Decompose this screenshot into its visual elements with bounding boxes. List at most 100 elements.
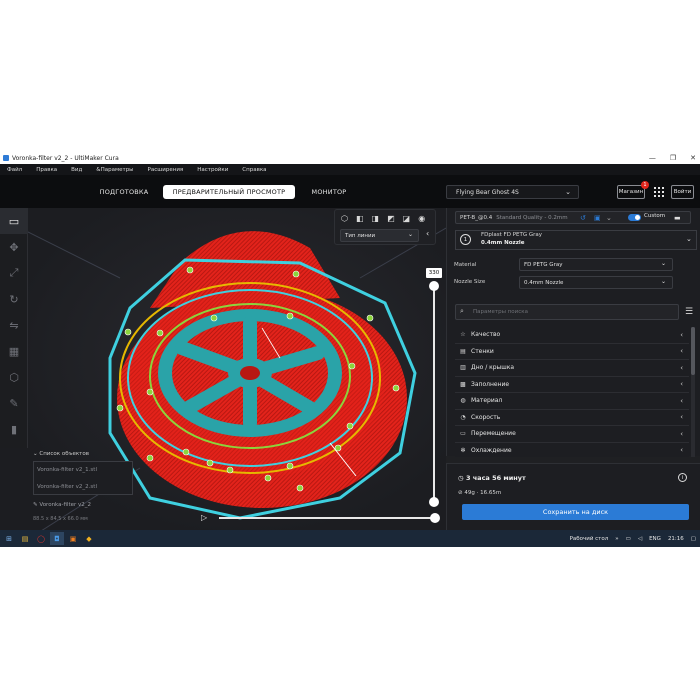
save-to-disk-button[interactable]: Сохранить на диск bbox=[462, 504, 689, 520]
front-view-icon[interactable]: ◧ bbox=[356, 214, 364, 223]
rotate-tool-icon[interactable]: ↻ bbox=[0, 286, 28, 312]
menu-preferences[interactable]: Настройки bbox=[197, 167, 228, 173]
path-slider-track[interactable] bbox=[219, 517, 435, 519]
maximize-button[interactable]: ❐ bbox=[670, 154, 676, 162]
menu-extensions[interactable]: Расширения bbox=[148, 167, 184, 173]
cylinder-tool-icon[interactable]: ▮ bbox=[0, 416, 28, 442]
category-infill[interactable]: ▩ Заполнение ‹ bbox=[455, 376, 689, 393]
open-file-icon[interactable]: ▭ bbox=[0, 208, 28, 234]
category-cooling[interactable]: ✻ Охлаждение ‹ bbox=[455, 442, 689, 457]
material-label: Material bbox=[454, 262, 477, 268]
menu-settings[interactable]: &Параметры bbox=[96, 167, 133, 173]
app2-taskbar-icon[interactable]: ◆ bbox=[82, 532, 96, 545]
left-view-icon[interactable]: ◩ bbox=[387, 214, 395, 223]
custom-toggle[interactable] bbox=[628, 214, 641, 221]
category-speed[interactable]: ◔ Скорость ‹ bbox=[455, 409, 689, 426]
per-model-settings-icon[interactable]: ▦ bbox=[0, 338, 28, 364]
cooling-icon: ✻ bbox=[460, 446, 466, 454]
cura-app-icon bbox=[3, 155, 9, 161]
3d-view-icon[interactable]: ⬡ bbox=[341, 214, 348, 223]
material-select[interactable]: FD PETG Gray ⌄ bbox=[519, 258, 673, 271]
menu-help[interactable]: Справка bbox=[242, 167, 266, 173]
chevron-down-icon[interactable]: ⌄ bbox=[606, 214, 612, 222]
layer-number: 330 bbox=[426, 268, 442, 278]
system-tray: Рабочий стол » ▭ ◁ ENG 21:16 ▢ bbox=[570, 530, 696, 547]
search-icon: ⌕ bbox=[460, 307, 464, 315]
chevron-left-icon[interactable]: ‹ bbox=[426, 229, 429, 238]
cura-taskbar-icon[interactable]: ◘ bbox=[50, 532, 64, 545]
menu-file[interactable]: Файл bbox=[7, 167, 22, 173]
nozzle-select[interactable]: 0.4mm Nozzle ⌄ bbox=[519, 276, 673, 289]
chevron-down-icon: ⌄ bbox=[407, 231, 413, 238]
clock[interactable]: 21:16 bbox=[668, 536, 684, 542]
minimize-button[interactable]: — bbox=[649, 154, 656, 162]
chevron-left-icon: ‹ bbox=[680, 429, 683, 438]
hamburger-menu-icon[interactable]: ☰ bbox=[685, 307, 693, 317]
volume-icon[interactable]: ◁ bbox=[638, 536, 642, 542]
file-explorer-icon[interactable]: ▤ bbox=[18, 532, 32, 545]
tab-monitor[interactable]: МОНИТОР bbox=[305, 185, 353, 199]
settings-scrollbar[interactable] bbox=[691, 327, 695, 457]
stage-toolbar: ПОДГОТОВКА ПРЕДВАРИТЕЛЬНЫЙ ПРОСМОТР МОНИ… bbox=[0, 175, 700, 208]
line-type-select[interactable]: Тип линии ⌄ bbox=[340, 229, 419, 242]
windows-start-icon[interactable]: ⊞ bbox=[2, 532, 16, 545]
measure-tool-icon[interactable]: ✎ bbox=[0, 390, 28, 416]
reset-icon[interactable]: ↺ bbox=[580, 214, 586, 222]
extruder-material: FDplast FD PETG Gray bbox=[481, 232, 543, 238]
menu-bar: Файл Правка Вид &Параметры Расширения На… bbox=[0, 164, 700, 175]
save-profile-icon[interactable]: ▣ bbox=[594, 214, 601, 222]
layer-slider-top-handle[interactable] bbox=[429, 281, 439, 291]
line-type-label: Тип линии bbox=[345, 232, 376, 239]
notifications-icon[interactable]: ▢ bbox=[691, 536, 696, 542]
chevron-down-icon[interactable]: ⌄ bbox=[686, 235, 692, 243]
apps-grid-icon[interactable] bbox=[654, 187, 664, 197]
speed-icon: ◔ bbox=[460, 413, 466, 421]
play-icon[interactable]: ▷ bbox=[201, 513, 207, 522]
login-button[interactable]: Войти bbox=[671, 185, 694, 199]
close-button[interactable]: ✕ bbox=[690, 154, 696, 162]
nozzle-value: 0.4mm Nozzle bbox=[524, 279, 564, 286]
chevron-left-icon: ‹ bbox=[680, 396, 683, 405]
path-slider-handle[interactable] bbox=[430, 513, 440, 523]
category-walls[interactable]: ▤ Стенки ‹ bbox=[455, 343, 689, 360]
tab-preview[interactable]: ПРЕДВАРИТЕЛЬНЫЙ ПРОСМОТР bbox=[163, 185, 295, 199]
chevron-down-icon: ⌄ bbox=[660, 278, 666, 285]
support-blocker-icon[interactable]: ⬡ bbox=[0, 364, 28, 390]
object-dimensions: 88.5 x 84.5 x 66.0 мм bbox=[33, 516, 88, 522]
list-item[interactable]: Voronka-filter v2_1.stl bbox=[34, 462, 132, 479]
printer-name: Flying Bear Ghost 4S bbox=[456, 188, 519, 196]
close-panel-icon[interactable]: ▬ bbox=[674, 214, 681, 222]
list-item[interactable]: Voronka-filter v2_2.stl bbox=[34, 479, 132, 496]
move-tool-icon[interactable]: ✥ bbox=[0, 234, 28, 260]
object-list-header[interactable]: ⌄ Список объектов bbox=[33, 451, 89, 457]
mirror-tool-icon[interactable]: ⇋ bbox=[0, 312, 28, 338]
settings-search-input[interactable]: Параметры поиска bbox=[455, 304, 679, 320]
eye-icon[interactable]: ◉ bbox=[418, 214, 425, 223]
opera-browser-icon[interactable]: ◯ bbox=[34, 532, 48, 545]
menu-edit[interactable]: Правка bbox=[36, 167, 57, 173]
tab-prepare[interactable]: ПОДГОТОВКА bbox=[95, 185, 153, 199]
tray-overflow-icon[interactable]: » bbox=[615, 536, 618, 542]
print-material: ⊘ 49g · 16.65m bbox=[458, 490, 502, 496]
category-material[interactable]: ◍ Материал ‹ bbox=[455, 393, 689, 410]
category-top-bottom[interactable]: ▥ Дно / крышка ‹ bbox=[455, 360, 689, 377]
app-taskbar-icon[interactable]: ▣ bbox=[66, 532, 80, 545]
custom-label: Custom bbox=[644, 213, 666, 219]
desktop-label[interactable]: Рабочий стол bbox=[570, 536, 609, 542]
layer-slider-track[interactable] bbox=[433, 285, 435, 503]
chevron-left-icon: ‹ bbox=[680, 330, 683, 339]
printer-selector[interactable]: Flying Bear Ghost 4S ⌄ bbox=[446, 185, 579, 199]
category-quality[interactable]: ☆ Качество ‹ bbox=[455, 327, 689, 344]
menu-view[interactable]: Вид bbox=[71, 167, 82, 173]
info-icon[interactable]: i bbox=[678, 473, 687, 482]
top-view-icon[interactable]: ◨ bbox=[372, 214, 380, 223]
layer-slider-bottom-handle[interactable] bbox=[429, 497, 439, 507]
category-travel[interactable]: ▭ Перемещение ‹ bbox=[455, 426, 689, 443]
left-toolbar: ▭ ✥ ⤢ ↻ ⇋ ▦ ⬡ ✎ ▮ bbox=[0, 208, 28, 448]
window-title: Voronka-filter v2_2 - UltiMaker Cura bbox=[12, 154, 119, 162]
network-icon[interactable]: ▭ bbox=[626, 536, 631, 542]
language-indicator[interactable]: ENG bbox=[649, 536, 661, 542]
extruder-number: 1 bbox=[460, 234, 471, 245]
right-view-icon[interactable]: ◪ bbox=[403, 214, 411, 223]
scale-tool-icon[interactable]: ⤢ bbox=[0, 260, 28, 286]
